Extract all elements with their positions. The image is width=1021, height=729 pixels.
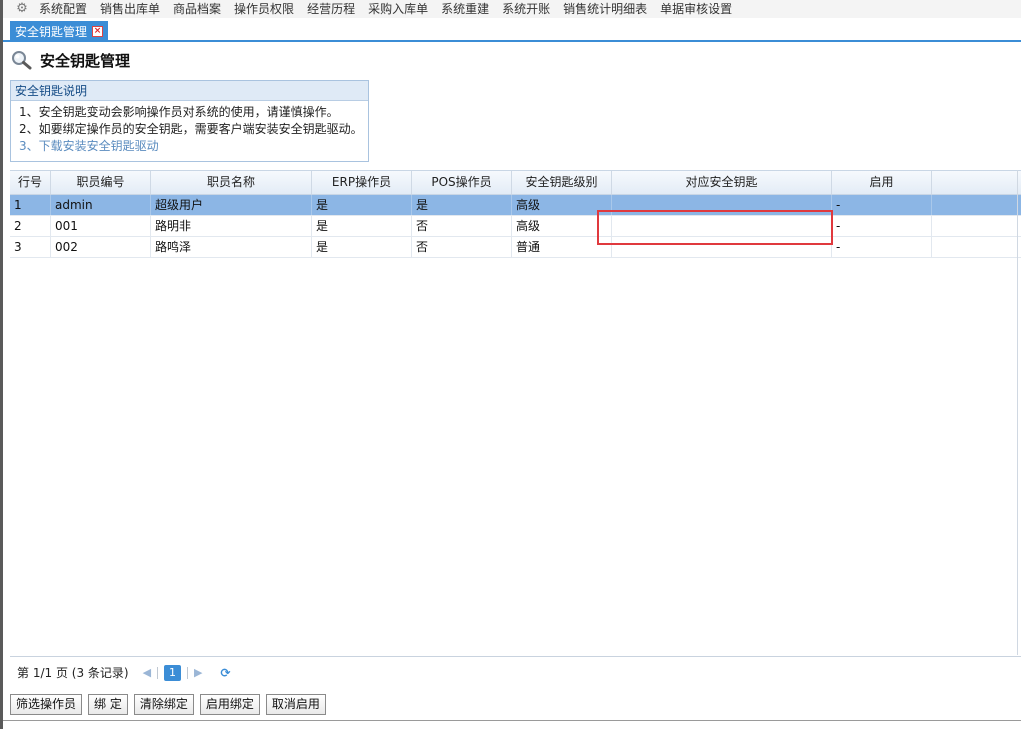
cell-employee-name: 路鸣泽 [151,237,312,257]
cell-bound-key[interactable] [612,195,832,215]
cell-filler [932,195,1021,215]
bind-button[interactable]: 绑 定 [88,694,128,715]
menu-item-doc-audit[interactable]: 单据审核设置 [660,2,732,16]
menu-item-purchase-in[interactable]: 采购入库单 [368,2,428,16]
page-title: 安全钥匙管理 [11,49,130,71]
col-header-filler [932,171,1021,194]
table-row[interactable]: 1 admin 超级用户 是 是 高级 - [10,195,1021,216]
cell-enabled: - [832,237,932,257]
cell-filler [932,216,1021,236]
window-bottom-border [3,720,1021,721]
col-header-employee-id[interactable]: 职员编号 [51,171,151,194]
pager-summary: 第 1/1 页 (3 条记录) [17,666,129,680]
col-header-row-number[interactable]: 行号 [10,171,51,194]
top-menu-bar: ⚙ 系统配置 销售出库单 商品档案 操作员权限 经营历程 采购入库单 系统重建 … [3,0,1021,18]
col-header-bound-key[interactable]: 对应安全钥匙 [612,171,832,194]
window-left-edge [0,0,3,729]
page-title-text: 安全钥匙管理 [40,51,131,70]
col-header-erp-operator[interactable]: ERP操作员 [312,171,412,194]
col-header-pos-operator[interactable]: POS操作员 [412,171,512,194]
cell-key-level: 高级 [512,216,612,236]
cell-erp-operator: 是 [312,216,412,236]
cell-employee-id: admin [51,195,151,215]
cell-pos-operator: 否 [412,237,512,257]
refresh-icon[interactable]: ⟳ [221,666,231,680]
page-number-button[interactable]: 1 [164,664,182,681]
cell-pos-operator: 是 [412,195,512,215]
enable-binding-button[interactable]: 启用绑定 [199,694,260,715]
cell-row-number: 2 [10,216,51,236]
gear-icon[interactable]: ⚙ [15,2,29,16]
cell-key-level: 高级 [512,195,612,215]
cell-row-number: 3 [10,237,51,257]
tab-security-key[interactable]: 安全钥匙管理 × [10,21,109,42]
col-header-enabled[interactable]: 启用 [832,171,932,194]
menu-item-sales-stats[interactable]: 销售统计明细表 [563,2,647,16]
clear-binding-button[interactable]: 清除绑定 [133,694,194,715]
cell-employee-id: 001 [51,216,151,236]
cell-employee-name: 超级用户 [151,195,312,215]
prev-page-icon[interactable]: ◀ [143,666,151,679]
action-toolbar: 筛选操作员 绑 定 清除绑定 启用绑定 取消启用 [10,694,332,716]
pager-separator [187,666,189,679]
menu-item-system-config[interactable]: 系统配置 [39,2,87,16]
pager: 第 1/1 页 (3 条记录) ◀ 1 ▶ ⟳ [10,656,1021,688]
tab-label: 安全钥匙管理 [15,25,88,39]
col-header-employee-name[interactable]: 职员名称 [151,171,312,194]
download-driver-link[interactable]: 3、下载安装安全钥匙驱动 [11,138,368,155]
menu-item-operator-rights[interactable]: 操作员权限 [234,2,294,16]
cell-bound-key[interactable] [612,216,832,236]
table-row[interactable]: 2 001 路明非 是 否 高级 - [10,216,1021,237]
cell-erp-operator: 是 [312,237,412,257]
pager-separator [157,666,159,679]
instructions-heading: 安全钥匙说明 [11,81,368,101]
cell-erp-operator: 是 [312,195,412,215]
filter-operators-button[interactable]: 筛选操作员 [10,694,83,715]
cell-enabled: - [832,195,932,215]
menu-item-products[interactable]: 商品档案 [173,2,221,16]
menu-item-sales-out[interactable]: 销售出库单 [100,2,160,16]
instruction-line-2: 2、如要绑定操作员的安全钥匙，需要客户端安装安全钥匙驱动。 [19,122,363,136]
cell-bound-key[interactable] [612,237,832,257]
grid-header: 行号 职员编号 职员名称 ERP操作员 POS操作员 安全钥匙级别 对应安全钥匙… [10,170,1021,195]
instruction-line-1: 1、安全钥匙变动会影响操作员对系统的使用，请谨慎操作。 [19,105,339,119]
table-row[interactable]: 3 002 路鸣泽 是 否 普通 - [10,237,1021,258]
cell-key-level: 普通 [512,237,612,257]
grid-right-border [1017,170,1018,655]
cancel-enable-button[interactable]: 取消启用 [265,694,326,715]
operator-grid: 行号 职员编号 职员名称 ERP操作员 POS操作员 安全钥匙级别 对应安全钥匙… [10,170,1021,258]
cell-pos-operator: 否 [412,216,512,236]
menu-item-business-history[interactable]: 经营历程 [307,2,355,16]
close-icon[interactable]: × [92,26,104,37]
instructions-panel: 安全钥匙说明 1、安全钥匙变动会影响操作员对系统的使用，请谨慎操作。 2、如要绑… [10,80,369,162]
cell-row-number: 1 [10,195,51,215]
cell-employee-id: 002 [51,237,151,257]
cell-filler [932,237,1021,257]
next-page-icon[interactable]: ▶ [194,666,202,679]
cell-employee-name: 路明非 [151,216,312,236]
menu-item-system-rebuild[interactable]: 系统重建 [441,2,489,16]
tab-bar: 安全钥匙管理 × [3,18,1021,42]
cell-enabled: - [832,216,932,236]
menu-item-system-open[interactable]: 系统开账 [502,2,550,16]
magnifier-icon [11,50,33,70]
col-header-key-level[interactable]: 安全钥匙级别 [512,171,612,194]
